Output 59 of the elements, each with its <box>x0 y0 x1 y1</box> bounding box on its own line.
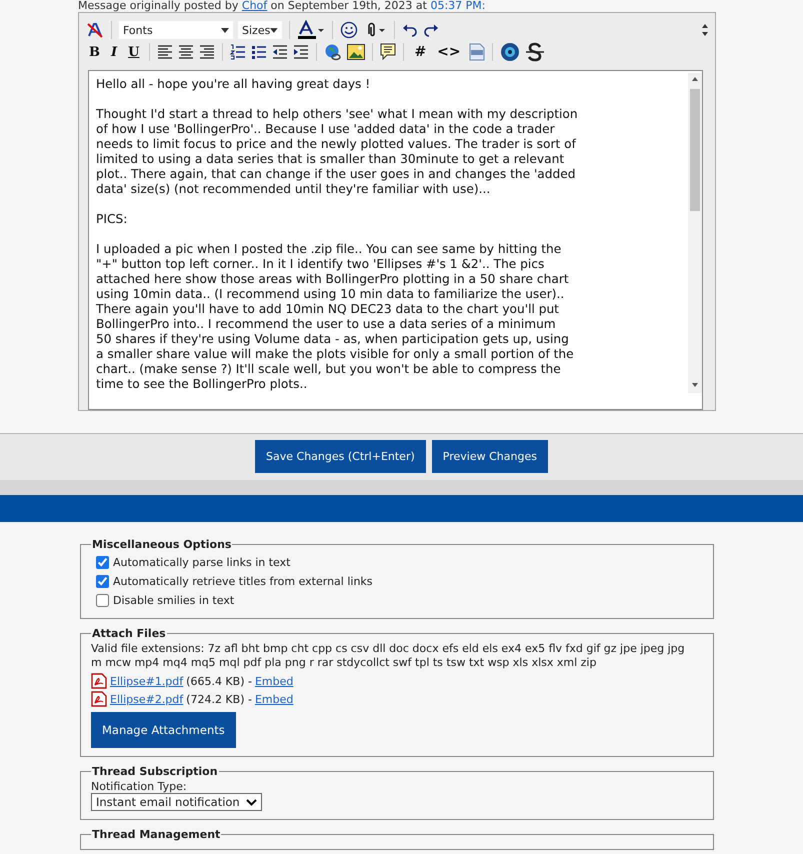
code-button[interactable]: <> <box>434 44 464 60</box>
attachment-link[interactable]: Ellipse#1.pdf <box>110 674 184 688</box>
bullet-list-icon[interactable] <box>251 44 268 60</box>
message-editor[interactable] <box>88 70 703 410</box>
option-label: Disable smilies in text <box>113 594 234 607</box>
panel-legend: Thread Management <box>91 828 222 841</box>
notification-select[interactable]: Instant email notification <box>91 793 262 811</box>
notification-type-label: Notification Type: <box>91 780 188 793</box>
panel-legend: Thread Subscription <box>91 765 219 778</box>
option-checkbox[interactable] <box>96 594 109 607</box>
embed-link[interactable]: Embed <box>254 674 294 688</box>
file-size: (724.2 KB) - <box>186 692 252 706</box>
align-center-icon[interactable] <box>178 45 194 59</box>
resize-toggle-icon[interactable] <box>701 23 709 37</box>
message-paragraph: Hello all - hope you're all having great days ! <box>96 77 372 92</box>
quote-icon[interactable] <box>380 43 396 61</box>
undo-icon[interactable] <box>402 23 418 37</box>
redo-icon[interactable] <box>423 23 439 37</box>
option-checkbox[interactable] <box>96 575 109 588</box>
caret-icon <box>221 28 229 32</box>
pdf-file-icon <box>91 691 107 707</box>
embed-link[interactable]: Embed <box>254 692 294 706</box>
option-label: Automatically retrieve titles from external links <box>113 575 373 588</box>
text-color-icon[interactable] <box>297 20 325 40</box>
strikethrough-icon[interactable] <box>524 42 545 62</box>
message-paragraph: Thought I'd start a thread to help others 'see' what I mean with my description of how I use 'BollingerPro'.. Because I use 'added data' in the code a trader needs to limit focus to price and the newly plotted values. The trader is sort of limited to using a data series that is smaller than 30minute to get a relevant plot.. There again, that can change if the user goes in and changes the 'added data' size(s) (not recommended until they're familiar with use)... <box>96 107 579 197</box>
panel-legend: Miscellaneous Options <box>91 538 232 551</box>
globe-link-icon[interactable] <box>324 43 342 61</box>
pdf-file-icon <box>91 673 107 689</box>
form-button[interactable]: Save Changes (Ctrl+Enter) <box>255 440 426 473</box>
file-extensions-text: Valid file extensions: 7z afl bht bmp cht cpp cs csv dll doc docx efs eld els ex4 ex5 flv fxd gif gz jpe jpeg jpg m mcw mp4 mq4 mq5 mql pdf pla png r rar stdycollct swf tpl ts tsw txt wsp xls xlsx xml zip <box>91 642 686 670</box>
smiley-icon[interactable] <box>340 21 358 39</box>
image-icon[interactable] <box>347 44 366 60</box>
option-label: Automatically parse links in text <box>113 556 290 569</box>
author-link[interactable]: Chof <box>242 0 268 12</box>
form-button[interactable]: Preview Changes <box>432 440 548 473</box>
align-right-icon[interactable] <box>199 45 216 59</box>
remove-format-icon[interactable] <box>86 21 104 39</box>
attachment-link[interactable]: Ellipse#2.pdf <box>110 692 184 706</box>
format-button[interactable]: I <box>108 44 120 60</box>
chevron-down-icon <box>246 798 257 806</box>
manage-attachments-button[interactable]: Manage Attachments <box>91 712 236 748</box>
numbered-list-icon[interactable] <box>230 44 246 60</box>
font-select[interactable]: Fonts <box>119 21 233 39</box>
option-checkbox[interactable] <box>96 556 109 569</box>
outdent-icon[interactable] <box>272 44 288 60</box>
size-select[interactable]: Sizes <box>238 21 282 39</box>
format-button[interactable]: U <box>125 44 142 60</box>
message-paragraph: PICS: <box>96 212 128 227</box>
caret-icon <box>270 28 278 32</box>
message-paragraph: I uploaded a pic when I posted the .zip file.. You can see same by hitting the "+" button top left corner.. In it I identify two 'Ellipses #'s 1 &2'.. The pics attached here show those areas with BollingerPro plotting in a 50 share chart using 10min data.. (I recommend using 10 min data to familiarize the user).. There again you'll have to add 10min NQ DEC23 data to the chart you'll put BollingerPro into.. I recommend the user to use a data series of a minimum 50 shares if they're using Volume data - as, when participation gets up, using a smaller share value will make the plots visible for only a small portion of the chart.. (make sense ?) It'll scale well, but you won't be able to compress the time to see the BollingerPro plots.. <box>96 242 575 392</box>
post-attribution: Message originally posted by Chof on September 19th, 2023 at 05:37 PM: <box>78 0 486 11</box>
panel-legend: Attach Files <box>91 627 167 640</box>
file-size: (665.4 KB) - <box>186 674 252 688</box>
format-button[interactable]: B <box>86 44 103 60</box>
code-button[interactable]: # <box>411 44 430 60</box>
scrollbar[interactable] <box>688 73 702 393</box>
align-left-icon[interactable] <box>157 45 174 59</box>
indent-icon[interactable] <box>293 44 310 60</box>
